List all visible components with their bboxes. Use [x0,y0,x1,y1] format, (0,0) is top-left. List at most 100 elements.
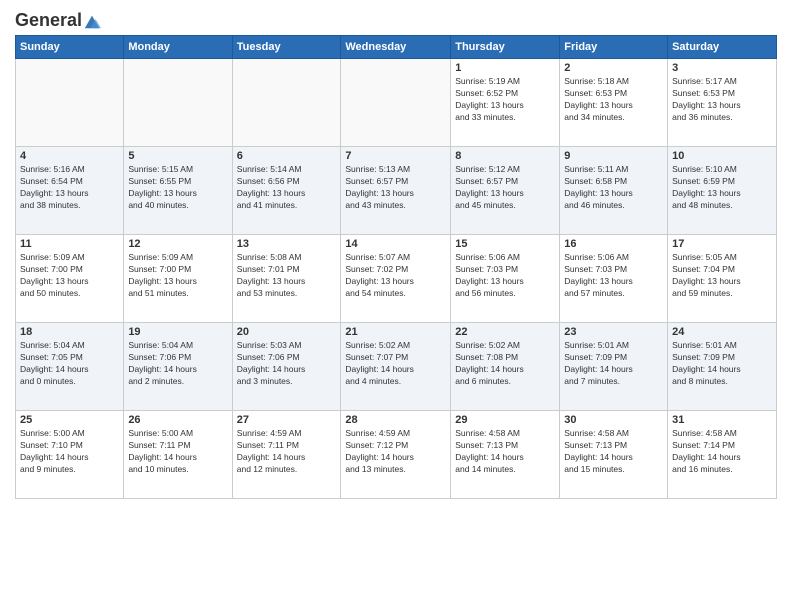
calendar-cell: 18Sunrise: 5:04 AM Sunset: 7:05 PM Dayli… [16,323,124,411]
calendar-cell: 31Sunrise: 4:58 AM Sunset: 7:14 PM Dayli… [668,411,777,499]
day-of-week-wednesday: Wednesday [341,36,451,59]
day-info: Sunrise: 4:58 AM Sunset: 7:13 PM Dayligh… [455,428,555,476]
calendar-week-3: 11 Sunrise: 5:09 AM Sunset: 7:00 PM Dayli… [16,235,777,323]
calendar-cell: 28 Sunrise: 4:59 AM Sunset: 7:12 PM Dayli… [341,411,451,499]
calendar-week-5: 25 Sunrise: 5:00 AM Sunset: 7:10 PM Dayli… [16,411,777,499]
logo: General [15,10,101,27]
calendar-cell: 22 Sunrise: 5:02 AM Sunset: 7:08 PM Dayli… [451,323,560,411]
calendar-cell: 29 Sunrise: 4:58 AM Sunset: 7:13 PM Dayli… [451,411,560,499]
day-number: 3 [672,62,772,74]
day-info: Sunrise: 5:16 AM Sunset: 6:54 PM Dayligh… [20,164,119,212]
day-info: Sunrise: 5:06 AM Sunset: 7:03 PM Dayligh… [455,252,555,300]
day-info: Sunrise: 4:58 AM Sunset: 7:14 PM Dayligh… [672,428,772,476]
day-info: Sunrise: 5:01 AM Sunset: 7:09 PM Dayligh… [672,340,772,388]
day-number: 21 [345,326,446,338]
day-info: Sunrise: 5:09 AM Sunset: 7:00 PM Dayligh… [20,252,119,300]
day-of-week-saturday: Saturday [668,36,777,59]
calendar-cell: 6Sunrise: 5:14 AM Sunset: 6:56 PM Daylig… [232,147,341,235]
calendar-cell: 8 Sunrise: 5:12 AM Sunset: 6:57 PM Daylig… [451,147,560,235]
day-number: 24 [672,326,772,338]
day-number: 7 [345,150,446,162]
calendar-cell: 12 Sunrise: 5:09 AM Sunset: 7:00 PM Dayli… [124,235,232,323]
day-info: Sunrise: 5:12 AM Sunset: 6:57 PM Dayligh… [455,164,555,212]
day-number: 15 [455,238,555,250]
calendar-cell [232,59,341,147]
calendar-cell: 10 Sunrise: 5:10 AM Sunset: 6:59 PM Dayli… [668,147,777,235]
logo-general: General [15,10,82,31]
day-info: Sunrise: 5:13 AM Sunset: 6:57 PM Dayligh… [345,164,446,212]
day-number: 27 [237,414,337,426]
day-info: Sunrise: 5:00 AM Sunset: 7:10 PM Dayligh… [20,428,119,476]
day-info: Sunrise: 5:08 AM Sunset: 7:01 PM Dayligh… [237,252,337,300]
day-number: 6 [237,150,337,162]
day-number: 4 [20,150,119,162]
day-of-week-friday: Friday [560,36,668,59]
day-info: Sunrise: 5:02 AM Sunset: 7:07 PM Dayligh… [345,340,446,388]
day-number: 19 [128,326,227,338]
day-info: Sunrise: 5:03 AM Sunset: 7:06 PM Dayligh… [237,340,337,388]
day-info: Sunrise: 4:58 AM Sunset: 7:13 PM Dayligh… [564,428,663,476]
day-info: Sunrise: 4:59 AM Sunset: 7:12 PM Dayligh… [345,428,446,476]
calendar-cell: 13Sunrise: 5:08 AM Sunset: 7:01 PM Dayli… [232,235,341,323]
calendar-week-1: 1Sunrise: 5:19 AM Sunset: 6:52 PM Daylig… [16,59,777,147]
logo-icon [83,12,101,30]
calendar-cell [124,59,232,147]
day-number: 28 [345,414,446,426]
day-number: 8 [455,150,555,162]
calendar-cell: 4 Sunrise: 5:16 AM Sunset: 6:54 PM Daylig… [16,147,124,235]
calendar-cell: 25 Sunrise: 5:00 AM Sunset: 7:10 PM Dayli… [16,411,124,499]
day-info: Sunrise: 5:04 AM Sunset: 7:06 PM Dayligh… [128,340,227,388]
calendar-cell: 24 Sunrise: 5:01 AM Sunset: 7:09 PM Dayli… [668,323,777,411]
calendar-cell: 30 Sunrise: 4:58 AM Sunset: 7:13 PM Dayli… [560,411,668,499]
calendar-week-4: 18Sunrise: 5:04 AM Sunset: 7:05 PM Dayli… [16,323,777,411]
day-info: Sunrise: 5:00 AM Sunset: 7:11 PM Dayligh… [128,428,227,476]
calendar-week-2: 4 Sunrise: 5:16 AM Sunset: 6:54 PM Daylig… [16,147,777,235]
calendar-cell: 5Sunrise: 5:15 AM Sunset: 6:55 PM Daylig… [124,147,232,235]
calendar-cell: 14Sunrise: 5:07 AM Sunset: 7:02 PM Dayli… [341,235,451,323]
calendar-cell: 11 Sunrise: 5:09 AM Sunset: 7:00 PM Dayli… [16,235,124,323]
day-number: 17 [672,238,772,250]
day-info: Sunrise: 4:59 AM Sunset: 7:11 PM Dayligh… [237,428,337,476]
day-number: 2 [564,62,663,74]
calendar-cell: 20 Sunrise: 5:03 AM Sunset: 7:06 PM Dayli… [232,323,341,411]
day-info: Sunrise: 5:11 AM Sunset: 6:58 PM Dayligh… [564,164,663,212]
calendar: SundayMondayTuesdayWednesdayThursdayFrid… [15,35,777,499]
calendar-cell: 16Sunrise: 5:06 AM Sunset: 7:03 PM Dayli… [560,235,668,323]
day-of-week-sunday: Sunday [16,36,124,59]
calendar-cell: 1Sunrise: 5:19 AM Sunset: 6:52 PM Daylig… [451,59,560,147]
calendar-cell [341,59,451,147]
calendar-cell: 7 Sunrise: 5:13 AM Sunset: 6:57 PM Daylig… [341,147,451,235]
calendar-cell: 2Sunrise: 5:18 AM Sunset: 6:53 PM Daylig… [560,59,668,147]
day-of-week-thursday: Thursday [451,36,560,59]
day-number: 9 [564,150,663,162]
day-of-week-monday: Monday [124,36,232,59]
calendar-cell: 15 Sunrise: 5:06 AM Sunset: 7:03 PM Dayli… [451,235,560,323]
day-info: Sunrise: 5:09 AM Sunset: 7:00 PM Dayligh… [128,252,227,300]
day-info: Sunrise: 5:02 AM Sunset: 7:08 PM Dayligh… [455,340,555,388]
day-number: 26 [128,414,227,426]
calendar-header-row: SundayMondayTuesdayWednesdayThursdayFrid… [16,36,777,59]
calendar-cell [16,59,124,147]
calendar-cell: 27 Sunrise: 4:59 AM Sunset: 7:11 PM Dayli… [232,411,341,499]
day-number: 12 [128,238,227,250]
day-info: Sunrise: 5:17 AM Sunset: 6:53 PM Dayligh… [672,76,772,124]
day-info: Sunrise: 5:15 AM Sunset: 6:55 PM Dayligh… [128,164,227,212]
day-number: 23 [564,326,663,338]
day-info: Sunrise: 5:06 AM Sunset: 7:03 PM Dayligh… [564,252,663,300]
day-number: 22 [455,326,555,338]
day-info: Sunrise: 5:04 AM Sunset: 7:05 PM Dayligh… [20,340,119,388]
day-info: Sunrise: 5:10 AM Sunset: 6:59 PM Dayligh… [672,164,772,212]
day-number: 10 [672,150,772,162]
day-number: 25 [20,414,119,426]
calendar-cell: 9 Sunrise: 5:11 AM Sunset: 6:58 PM Daylig… [560,147,668,235]
day-number: 29 [455,414,555,426]
day-info: Sunrise: 5:01 AM Sunset: 7:09 PM Dayligh… [564,340,663,388]
day-number: 11 [20,238,119,250]
calendar-cell: 19 Sunrise: 5:04 AM Sunset: 7:06 PM Dayli… [124,323,232,411]
calendar-cell: 26 Sunrise: 5:00 AM Sunset: 7:11 PM Dayli… [124,411,232,499]
header: General [15,10,777,27]
day-number: 30 [564,414,663,426]
calendar-cell: 23 Sunrise: 5:01 AM Sunset: 7:09 PM Dayli… [560,323,668,411]
day-number: 20 [237,326,337,338]
day-info: Sunrise: 5:07 AM Sunset: 7:02 PM Dayligh… [345,252,446,300]
